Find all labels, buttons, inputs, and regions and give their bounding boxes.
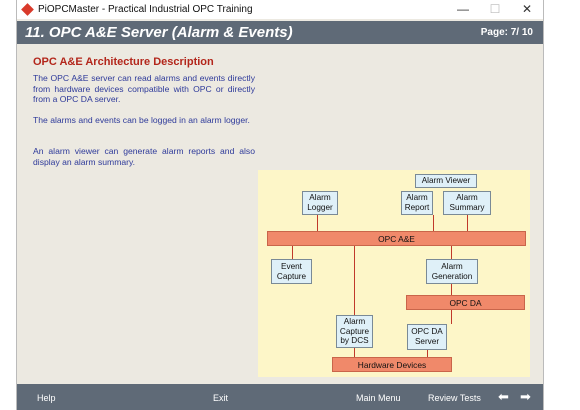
alarm-report-label: Alarm (406, 193, 428, 203)
alarm-capture-label: Capture (339, 326, 370, 336)
alarm-capture-label: by DCS (340, 336, 369, 346)
event-capture-label: Capture (276, 271, 307, 281)
opc-da-server-label: Server (414, 337, 440, 346)
main-menu-button[interactable]: Main Menu (356, 393, 401, 403)
paragraph: An alarm viewer can generate alarm repor… (33, 146, 255, 167)
alarm-generation-label: Generation (431, 271, 473, 281)
event-capture-box: Event Capture (271, 259, 312, 284)
alarm-logger-label: Logger (307, 203, 333, 212)
alarm-summary-label: Alarm (456, 193, 478, 203)
alarm-capture-dcs-box: Alarm Capture by DCS (336, 315, 373, 348)
help-button[interactable]: Help (37, 393, 56, 403)
connector-line (451, 284, 452, 295)
connector-line (317, 215, 318, 232)
minimize-button[interactable]: — (447, 0, 479, 19)
connector-line (433, 215, 434, 232)
opc-da-server-box: OPC DA Server (407, 324, 447, 350)
alarm-summary-box: Alarm Summary (443, 191, 491, 215)
alarm-logger-label: Alarm (309, 193, 331, 203)
connector-line (427, 350, 428, 357)
page-header: 11. OPC A&E Server (Alarm & Events) Page… (17, 21, 543, 44)
section-title: OPC A&E Architecture Description (33, 56, 214, 68)
connector-line (467, 215, 468, 232)
window-title: PiOPCMaster - Practical Industrial OPC T… (38, 4, 253, 15)
hardware-devices-bar: Hardware Devices (332, 357, 452, 372)
alarm-viewer-box: Alarm Viewer (415, 174, 477, 188)
alarm-viewer-label: Alarm Viewer (421, 176, 471, 186)
page-number: Page: 7/ 10 (480, 27, 533, 38)
connector-line (354, 348, 355, 357)
alarm-report-label: Report (404, 203, 430, 212)
event-capture-label: Event (281, 261, 302, 271)
paragraph: The alarms and events can be logged in a… (33, 115, 250, 125)
alarm-summary-label: Summary (449, 203, 485, 212)
title-bar: PiOPCMaster - Practical Industrial OPC T… (17, 0, 543, 19)
maximize-button[interactable]: ☐ (479, 0, 511, 19)
connector-line (292, 246, 293, 259)
exit-button[interactable]: Exit (213, 393, 228, 403)
alarm-report-box: Alarm Report (401, 191, 433, 215)
alarm-capture-label: Alarm (343, 317, 366, 327)
app-window: PiOPCMaster - Practical Industrial OPC T… (16, 0, 544, 410)
next-arrow-icon[interactable]: ➡ (520, 389, 531, 405)
opc-da-label: OPC DA (449, 297, 482, 308)
opc-ae-bar: OPC A&E (267, 231, 526, 246)
opc-da-server-label: OPC DA (411, 327, 443, 337)
connector-line (451, 246, 452, 259)
opc-ae-label: OPC A&E (378, 233, 415, 244)
opc-da-bar: OPC DA (406, 295, 525, 310)
page-title: 11. OPC A&E Server (Alarm & Events) (25, 24, 293, 41)
connector-line (354, 246, 355, 315)
alarm-generation-label: Alarm (441, 261, 463, 271)
review-tests-button[interactable]: Review Tests (428, 393, 481, 403)
prev-arrow-icon[interactable]: ⬅ (498, 389, 509, 405)
hardware-devices-label: Hardware Devices (357, 359, 427, 370)
alarm-generation-box: Alarm Generation (426, 259, 478, 284)
alarm-logger-box: Alarm Logger (302, 191, 338, 215)
footer-bar: Help Exit Main Menu Review Tests ⬅ ➡ (17, 384, 543, 410)
paragraph: The OPC A&E server can read alarms and e… (33, 73, 255, 105)
close-button[interactable]: ✕ (511, 0, 543, 19)
connector-line (451, 310, 452, 324)
app-icon (21, 3, 34, 16)
architecture-diagram: Alarm Viewer Alarm Logger Alarm Report Ala… (258, 170, 530, 377)
